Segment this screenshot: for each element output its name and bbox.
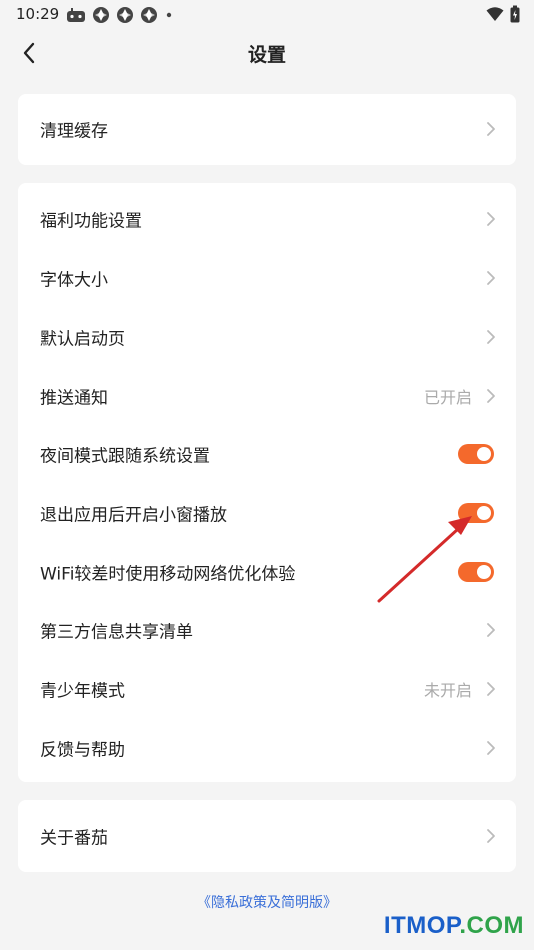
chevron-right-icon: [487, 212, 495, 226]
settings-row-feedback-help[interactable]: 反馈与帮助: [18, 719, 516, 777]
chevron-right-icon: [487, 330, 495, 344]
toggle-knob: [477, 447, 491, 461]
settings-row-night-mode-follow-system: 夜间模式跟随系统设置: [18, 425, 516, 483]
watermark-part2: .COM: [459, 912, 524, 939]
wifi-optimization-toggle[interactable]: [458, 562, 494, 582]
settings-row-about[interactable]: 关于番茄: [18, 807, 516, 865]
settings-row-mini-window-playback: 退出应用后开启小窗播放: [18, 484, 516, 542]
row-label: 夜间模式跟随系统设置: [40, 446, 210, 467]
page-title: 设置: [247, 44, 286, 66]
mini-window-playback-toggle[interactable]: [458, 503, 494, 523]
battery-icon: [510, 5, 520, 23]
settings-card-about: 关于番茄: [18, 800, 516, 872]
status-time: 10:29: [16, 5, 60, 23]
row-status-value: 已开启: [423, 388, 472, 407]
night-mode-toggle[interactable]: [458, 444, 494, 464]
row-status-value: 未开启: [423, 681, 472, 700]
watermark-logo: ITMOP.COM: [384, 912, 524, 940]
row-label: 默认启动页: [40, 329, 125, 350]
chevron-right-icon: [487, 122, 495, 136]
row-label: 关于番茄: [40, 828, 108, 849]
game-controller-icon: [67, 8, 85, 22]
watermark-part1: ITMOP: [383, 912, 460, 939]
settings-card-storage: 清理缓存: [18, 94, 516, 165]
row-label: 退出应用后开启小窗播放: [40, 505, 227, 526]
row-label: 清理缓存: [40, 121, 108, 142]
settings-row-teen-mode[interactable]: 青少年模式 未开启: [18, 660, 516, 718]
settings-row-third-party-sharing[interactable]: 第三方信息共享清单: [18, 601, 516, 659]
settings-row-font-size[interactable]: 字体大小: [18, 249, 516, 307]
chevron-right-icon: [487, 829, 495, 843]
row-label: 反馈与帮助: [40, 740, 125, 761]
chevron-right-icon: [487, 682, 495, 696]
chevron-right-icon: [487, 389, 495, 403]
status-bar: 10:29: [0, 0, 534, 30]
status-notification-icons: [66, 6, 174, 24]
app-icon: [93, 7, 109, 23]
settings-row-push-notification[interactable]: 推送通知 已开启: [18, 367, 516, 425]
nav-bar: 设置: [0, 30, 534, 74]
settings-card-main: 福利功能设置 字体大小 默认启动页 推送通知 已开启 夜间模式跟随系统设置 退出…: [18, 183, 516, 782]
settings-row-default-start-page[interactable]: 默认启动页: [18, 308, 516, 366]
row-label: 字体大小: [40, 270, 108, 291]
chevron-right-icon: [487, 741, 495, 755]
toggle-knob: [477, 565, 491, 579]
row-label: 青少年模式: [40, 681, 125, 702]
row-label: 第三方信息共享清单: [40, 622, 193, 643]
toggle-knob: [477, 506, 491, 520]
settings-row-wifi-mobile-optimization: WiFi较差时使用移动网络优化体验: [18, 543, 516, 601]
wifi-icon: [486, 7, 504, 21]
status-system-icons: [486, 5, 520, 23]
dot-icon: [166, 12, 172, 18]
app-icon: [117, 7, 133, 23]
app-icon: [141, 7, 157, 23]
privacy-policy-link[interactable]: 《隐私政策及简明版》: [0, 892, 534, 912]
row-label: 推送通知: [40, 388, 108, 409]
chevron-right-icon: [487, 623, 495, 637]
settings-row-welfare[interactable]: 福利功能设置: [18, 190, 516, 248]
row-label: 福利功能设置: [40, 211, 142, 232]
settings-row-clear-cache[interactable]: 清理缓存: [18, 100, 516, 158]
row-label: WiFi较差时使用移动网络优化体验: [40, 564, 296, 585]
chevron-right-icon: [487, 271, 495, 285]
